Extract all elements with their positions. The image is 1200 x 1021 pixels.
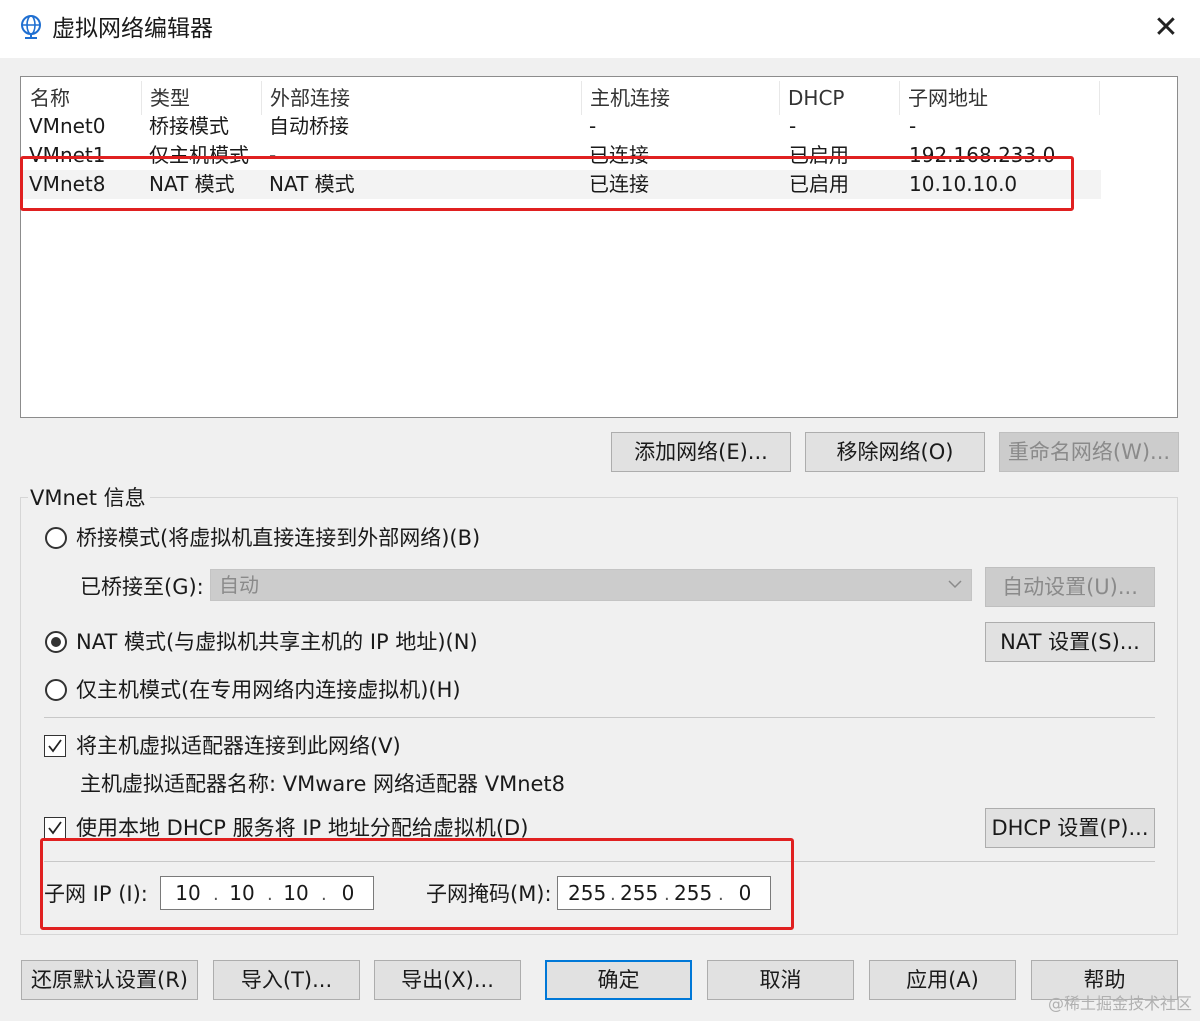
mask-octet[interactable]: 255 xyxy=(568,877,606,909)
cell-external: NAT 模式 xyxy=(269,172,355,196)
connect-adapter-label[interactable]: 将主机虚拟适配器连接到此网络(V) xyxy=(76,732,401,760)
cell-subnet: 192.168.233.0 xyxy=(909,143,1056,167)
nat-settings-button[interactable]: NAT 设置(S)... xyxy=(985,622,1155,662)
cell-subnet: - xyxy=(909,114,917,138)
column-header-dhcp[interactable]: DHCP xyxy=(780,81,900,115)
mask-octet[interactable]: 255 xyxy=(620,877,658,909)
import-button[interactable]: 导入(T)... xyxy=(213,960,360,1000)
subnet-mask-input[interactable]: 255 . 255 . 255 . 0 xyxy=(557,876,771,910)
close-button[interactable]: ✕ xyxy=(1148,10,1184,46)
use-dhcp-label[interactable]: 使用本地 DHCP 服务将 IP 地址分配给虚拟机(D) xyxy=(76,814,528,842)
apply-button[interactable]: 应用(A) xyxy=(869,960,1016,1000)
export-button[interactable]: 导出(X)... xyxy=(374,960,521,1000)
subnet-ip-label: 子网 IP (I): xyxy=(44,882,148,906)
column-header-host[interactable]: 主机连接 xyxy=(582,81,780,115)
ip-octet[interactable]: 10 xyxy=(279,877,313,909)
network-row-vmnet1[interactable]: VMnet1 仅主机模式 - 已连接 已启用 192.168.233.0 xyxy=(21,141,1101,170)
cell-dhcp: 已启用 xyxy=(789,143,849,167)
vmnet-info-group xyxy=(20,497,1178,935)
cell-type: 桥接模式 xyxy=(149,114,229,138)
ip-dot: . xyxy=(213,884,219,905)
ok-button[interactable]: 确定 xyxy=(545,960,692,1000)
globe-network-icon xyxy=(18,14,44,40)
cell-host: 已连接 xyxy=(589,172,649,196)
cell-dhcp: 已启用 xyxy=(789,172,849,196)
ip-octet[interactable]: 0 xyxy=(331,877,365,909)
bridged-to-label: 已桥接至(G): xyxy=(80,575,204,599)
host-only-mode-radio[interactable] xyxy=(45,679,67,701)
ip-octet[interactable]: 10 xyxy=(171,877,205,909)
mask-dot: . xyxy=(610,884,616,905)
ip-dot: . xyxy=(321,884,327,905)
window-title: 虚拟网络编辑器 xyxy=(52,16,213,42)
cell-external: - xyxy=(269,143,277,167)
bridged-to-select[interactable]: 自动 xyxy=(210,569,972,601)
nat-mode-radio[interactable] xyxy=(45,631,67,653)
column-header-type[interactable]: 类型 xyxy=(142,81,262,115)
cell-dhcp: - xyxy=(789,114,797,138)
remove-network-button[interactable]: 移除网络(O) xyxy=(805,432,985,472)
subnet-ip-input[interactable]: 10 . 10 . 10 . 0 xyxy=(160,876,374,910)
ip-dot: . xyxy=(267,884,273,905)
subnet-mask-label: 子网掩码(M): xyxy=(426,882,552,906)
network-list[interactable]: 名称 类型 外部连接 主机连接 DHCP 子网地址 VMnet0 桥接模式 自动… xyxy=(20,76,1178,418)
mask-dot: . xyxy=(718,884,724,905)
cell-host: - xyxy=(589,114,597,138)
vmnet-info-title: VMnet 信息 xyxy=(28,484,150,512)
bridged-to-value: 自动 xyxy=(219,573,259,597)
network-row-vmnet8[interactable]: VMnet8 NAT 模式 NAT 模式 已连接 已启用 10.10.10.0 xyxy=(21,170,1101,199)
ip-octet[interactable]: 10 xyxy=(225,877,259,909)
cell-name: VMnet8 xyxy=(29,172,106,196)
dhcp-settings-button[interactable]: DHCP 设置(P)... xyxy=(985,808,1155,848)
connect-adapter-checkbox[interactable] xyxy=(44,735,66,757)
cancel-button[interactable]: 取消 xyxy=(707,960,854,1000)
chevron-down-icon xyxy=(947,574,963,594)
rename-network-button[interactable]: 重命名网络(W)... xyxy=(999,432,1179,472)
host-only-mode-label[interactable]: 仅主机模式(在专用网络内连接虚拟机)(H) xyxy=(76,676,461,704)
column-header-subnet[interactable]: 子网地址 xyxy=(900,81,1100,115)
nat-mode-label[interactable]: NAT 模式(与虚拟机共享主机的 IP 地址)(N) xyxy=(76,628,478,656)
cell-type: 仅主机模式 xyxy=(149,143,249,167)
cell-host: 已连接 xyxy=(589,143,649,167)
separator xyxy=(44,861,1155,862)
mask-octet[interactable]: 0 xyxy=(728,877,762,909)
auto-settings-button[interactable]: 自动设置(U)... xyxy=(985,567,1155,607)
network-row-vmnet0[interactable]: VMnet0 桥接模式 自动桥接 - - - xyxy=(21,112,1101,141)
add-network-button[interactable]: 添加网络(E)... xyxy=(611,432,791,472)
cell-name: VMnet1 xyxy=(29,143,106,167)
use-dhcp-checkbox[interactable] xyxy=(44,817,66,839)
close-icon: ✕ xyxy=(1153,10,1179,45)
column-header-external[interactable]: 外部连接 xyxy=(262,81,582,115)
watermark-text: @稀土掘金技术社区 xyxy=(1047,994,1192,1013)
cell-name: VMnet0 xyxy=(29,114,106,138)
separator xyxy=(44,717,1155,718)
cell-subnet: 10.10.10.0 xyxy=(909,172,1018,196)
cell-type: NAT 模式 xyxy=(149,172,235,196)
cell-external: 自动桥接 xyxy=(269,114,349,138)
bridge-mode-label[interactable]: 桥接模式(将虚拟机直接连接到外部网络)(B) xyxy=(76,524,480,552)
restore-defaults-button[interactable]: 还原默认设置(R) xyxy=(21,960,198,1000)
mask-dot: . xyxy=(664,884,670,905)
mask-octet[interactable]: 255 xyxy=(674,877,712,909)
bridge-mode-radio[interactable] xyxy=(45,527,67,549)
column-header-name[interactable]: 名称 xyxy=(22,81,142,115)
adapter-name-text: 主机虚拟适配器名称: VMware 网络适配器 VMnet8 xyxy=(80,772,566,796)
